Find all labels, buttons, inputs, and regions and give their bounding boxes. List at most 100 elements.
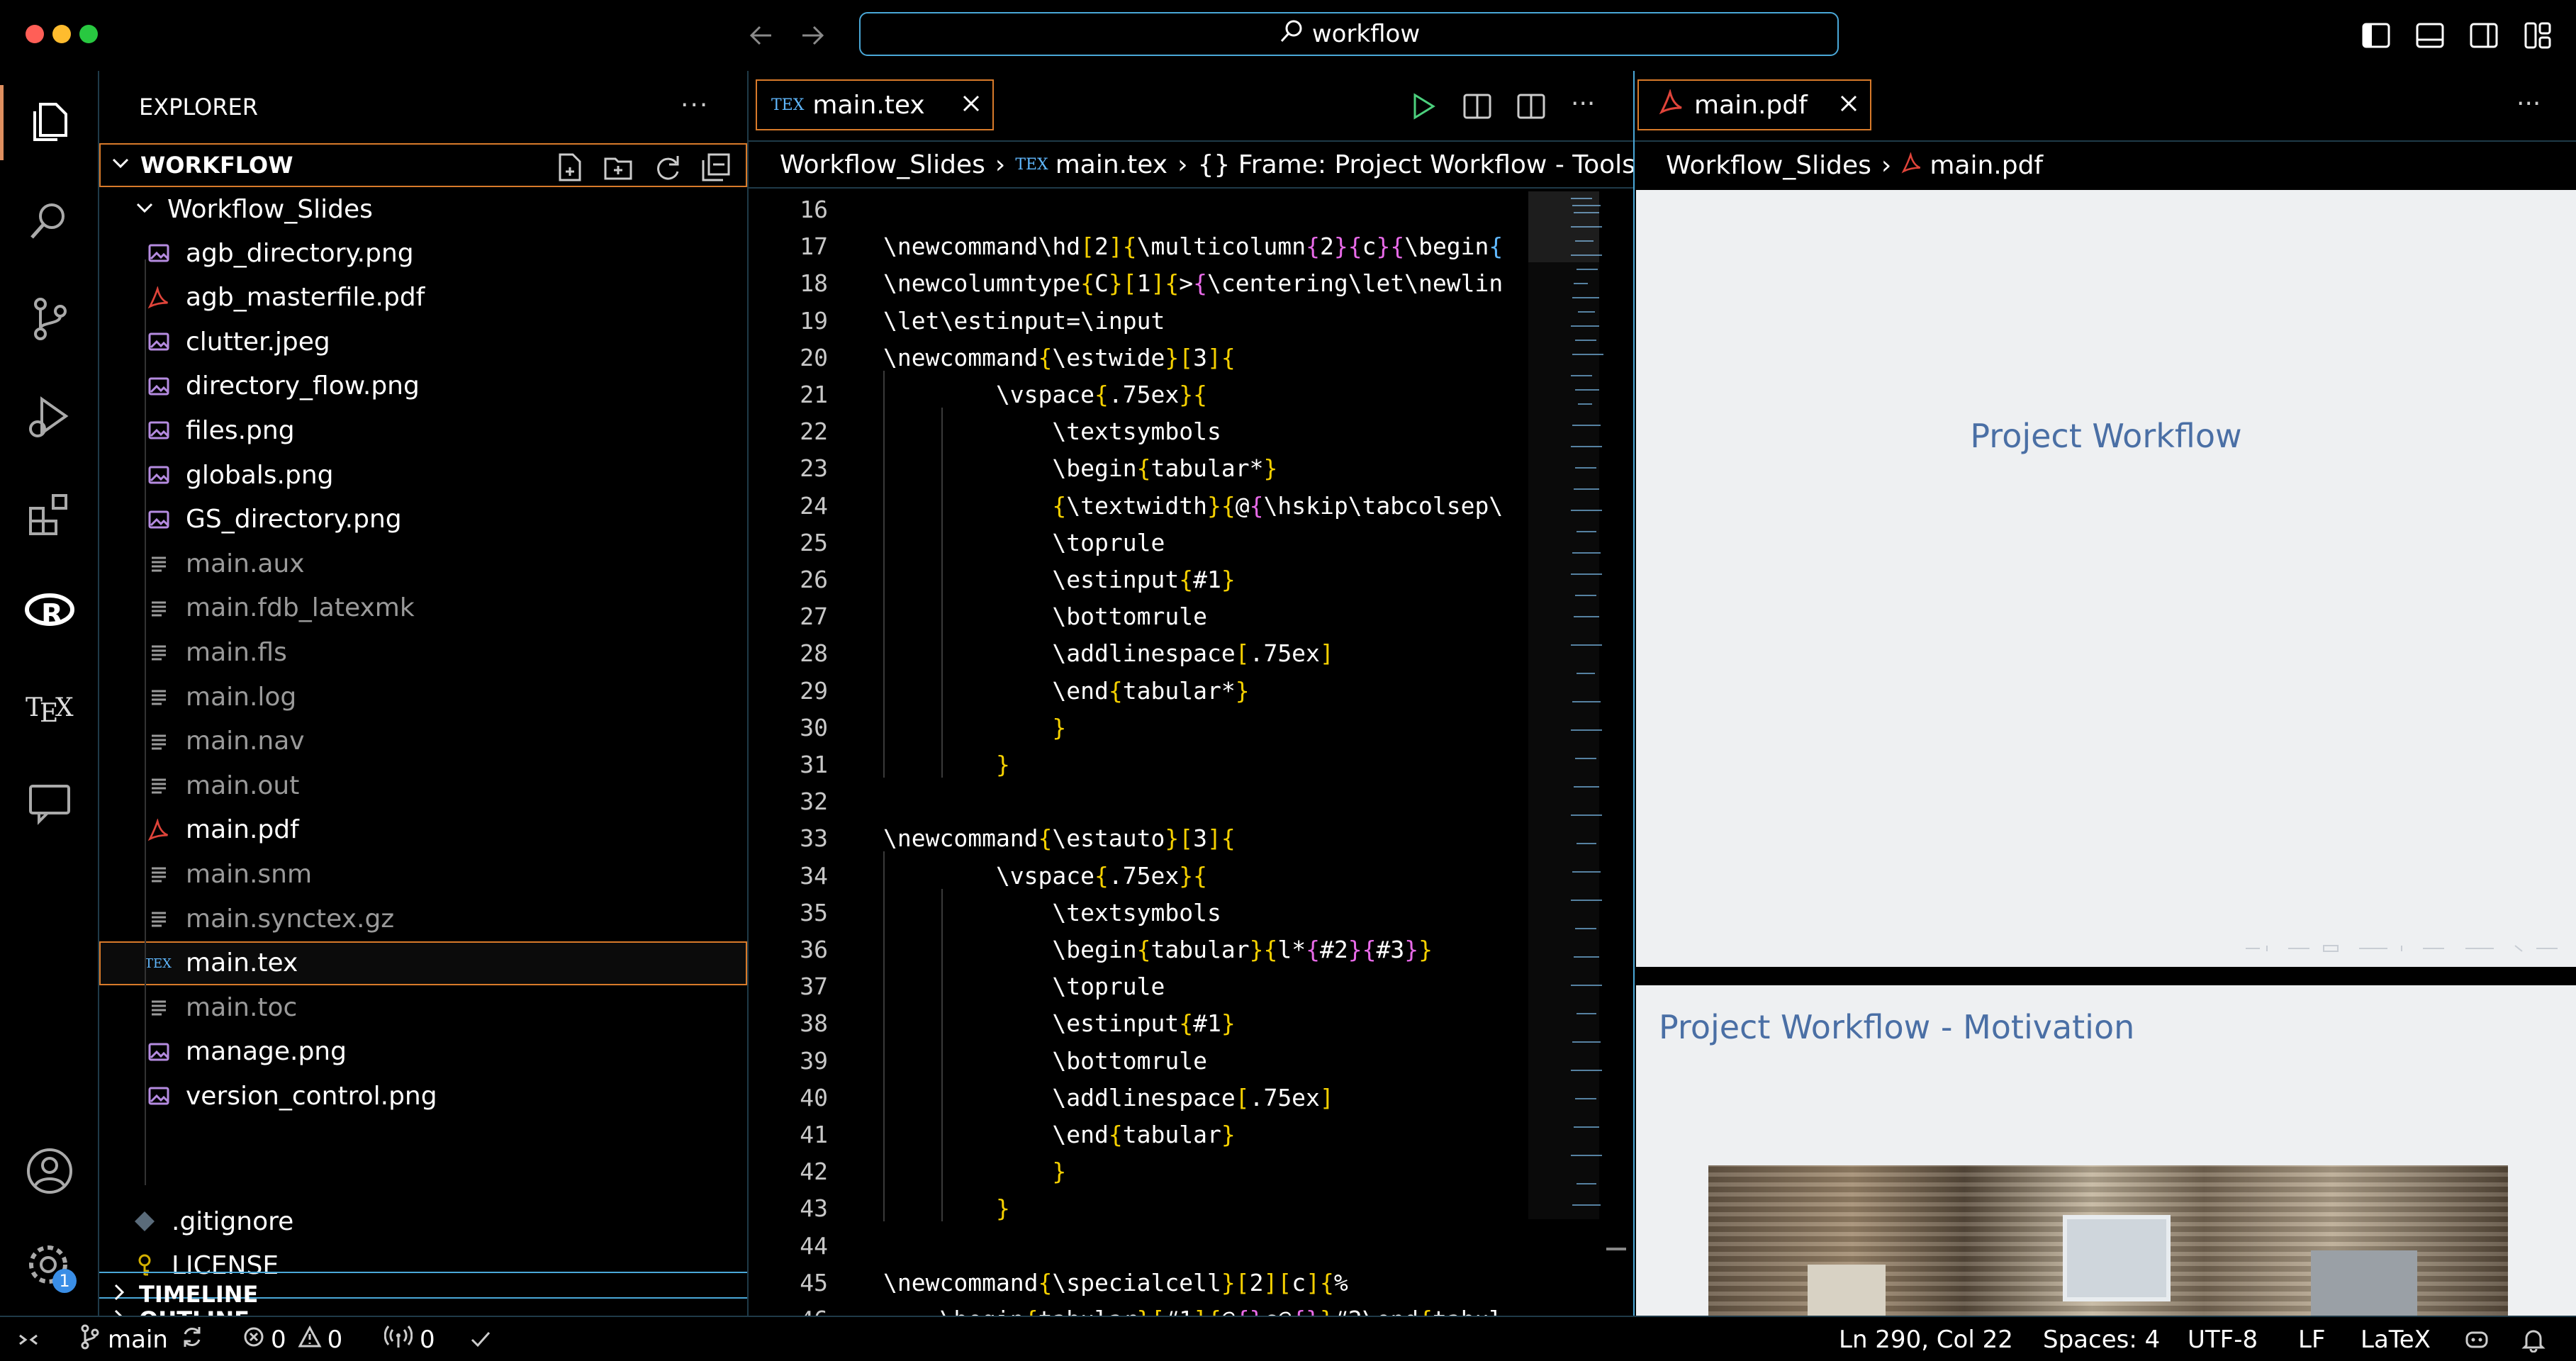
extensions-icon[interactable] <box>21 486 78 543</box>
code-line[interactable]: 17 \newcommand\hd[2]{\multicolumn{2}{c}{\… <box>749 228 1503 265</box>
new-folder-icon[interactable] <box>603 152 634 189</box>
code-line[interactable]: 19 \let\estinput=\input <box>749 303 1165 340</box>
file-row[interactable]: main.fls <box>99 630 747 674</box>
code-line[interactable]: 33 \newcommand{\estauto}[3]{ <box>749 820 1236 857</box>
close-tab-icon[interactable] <box>961 91 981 120</box>
code-line[interactable]: 37 \toprule <box>749 968 1165 1005</box>
problems-status[interactable]: 0 0 <box>242 1317 342 1361</box>
code-line[interactable]: 28 \addlinespace[.75ex] <box>749 635 1334 672</box>
language-mode[interactable]: LaTeX <box>2361 1317 2431 1361</box>
breadcrumb-file[interactable]: main.tex <box>1055 150 1167 179</box>
branch-status[interactable]: main <box>79 1317 205 1361</box>
code-line[interactable]: 42 } <box>749 1153 1066 1190</box>
timeline-section[interactable]: TIMELINE <box>99 1272 747 1316</box>
view-pdf-icon[interactable] <box>1462 91 1493 125</box>
new-file-icon[interactable] <box>554 152 586 189</box>
code-line[interactable]: 16 <box>749 191 828 228</box>
code-line[interactable]: 43 } <box>749 1190 1010 1227</box>
folder-workflow-slides[interactable]: Workflow_Slides <box>99 187 747 231</box>
toggle-panel-icon[interactable] <box>2414 20 2446 51</box>
search-sidebar-icon[interactable] <box>21 193 78 250</box>
explorer-icon[interactable] <box>21 94 78 150</box>
file-row[interactable]: globals.png <box>99 453 747 497</box>
file-row[interactable]: GS_directory.png <box>99 498 747 542</box>
file-row[interactable]: main.out <box>99 763 747 807</box>
file-row[interactable]: main.toc <box>99 985 747 1029</box>
code-line[interactable]: 20 \newcommand{\estwide}[3]{ <box>749 340 1236 376</box>
cursor-position[interactable]: Ln 290, Col 22 <box>1839 1317 2013 1361</box>
pdf-more-actions-icon[interactable]: ··· <box>2516 89 2541 118</box>
code-line[interactable]: 40 \addlinespace[.75ex] <box>749 1080 1334 1116</box>
collapse-all-icon[interactable] <box>700 152 732 189</box>
source-control-icon[interactable] <box>21 291 78 347</box>
file-row[interactable]: main.fdb_latexmk <box>99 586 747 630</box>
code-line[interactable]: 44 <box>749 1228 828 1265</box>
file-row[interactable]: directory_flow.png <box>99 364 747 408</box>
sync-icon[interactable] <box>179 1324 205 1356</box>
code-line[interactable]: 29 \end{tabular*} <box>749 673 1249 710</box>
toggle-secondary-sidebar-icon[interactable] <box>2468 20 2499 51</box>
command-center-search[interactable]: workflow <box>859 12 1839 56</box>
notifications-bell-icon[interactable] <box>2521 1317 2546 1361</box>
breadcrumb-file[interactable]: main.pdf <box>1930 151 2043 180</box>
file-row[interactable]: main.aux <box>99 542 747 586</box>
file-row[interactable]: main.log <box>99 675 747 719</box>
check-icon[interactable] <box>468 1317 493 1361</box>
settings-gear-icon[interactable]: 1 <box>21 1238 78 1294</box>
maximize-window-button[interactable] <box>79 25 98 43</box>
encoding-status[interactable]: UTF-8 <box>2188 1317 2258 1361</box>
close-tab-icon[interactable] <box>1839 91 1859 120</box>
ports-status[interactable]: 0 <box>383 1317 435 1361</box>
file-row[interactable]: clutter.jpeg <box>99 320 747 364</box>
eol-status[interactable]: LF <box>2298 1317 2326 1361</box>
code-line[interactable]: 32 <box>749 783 828 820</box>
breadcrumb-folder[interactable]: Workflow_Slides <box>1666 151 1871 180</box>
run-icon[interactable] <box>1408 91 1439 125</box>
file-row[interactable]: main.synctex.gz <box>99 897 747 941</box>
editor-more-actions-icon[interactable]: ··· <box>1571 89 1595 118</box>
customize-layout-icon[interactable] <box>2522 20 2553 51</box>
remote-indicator-icon[interactable] <box>14 1317 43 1361</box>
run-debug-icon[interactable] <box>21 388 78 445</box>
beamer-navigation-symbols[interactable] <box>2239 941 2565 956</box>
code-line[interactable]: 22 \textsymbols <box>749 413 1221 450</box>
pdf-slide-2[interactable]: Project Workflow - Motivation <box>1636 985 2576 1316</box>
code-line[interactable]: 34 \vspace{.75ex}{ <box>749 858 1207 895</box>
back-arrow-icon[interactable] <box>744 18 778 52</box>
indentation-status[interactable]: Spaces: 4 <box>2043 1317 2160 1361</box>
tab-main-pdf[interactable]: main.pdf <box>1637 79 1871 130</box>
comments-icon[interactable] <box>21 774 78 831</box>
code-line[interactable]: 23 \begin{tabular*} <box>749 450 1277 487</box>
workspace-folder-header[interactable]: WORKFLOW <box>99 143 747 187</box>
breadcrumb-folder[interactable]: Workflow_Slides <box>780 150 985 179</box>
toggle-primary-sidebar-icon[interactable] <box>2361 20 2392 51</box>
split-editor-icon[interactable] <box>1516 91 1547 125</box>
code-line[interactable]: 25 \toprule <box>749 525 1165 561</box>
minimize-window-button[interactable] <box>52 25 71 43</box>
code-line[interactable]: 31 } <box>749 746 1010 783</box>
forward-arrow-icon[interactable] <box>795 18 829 52</box>
file-row[interactable]: main.pdf <box>99 808 747 852</box>
tab-main-tex[interactable]: TEX main.tex <box>756 79 994 130</box>
code-line[interactable]: 39 \bottomrule <box>749 1043 1207 1080</box>
file-row[interactable]: agb_masterfile.pdf <box>99 276 747 320</box>
minimap[interactable] <box>1528 191 1628 1318</box>
code-line[interactable]: 21 \vspace{.75ex}{ <box>749 376 1207 413</box>
code-line[interactable]: 26 \estinput{#1} <box>749 561 1235 598</box>
code-line[interactable]: 18 \newcolumntype{C}[1]{>{\centering\let\… <box>749 265 1503 302</box>
r-language-icon[interactable]: R <box>21 583 78 639</box>
file-row[interactable]: version_control.png <box>99 1074 747 1118</box>
code-line[interactable]: 36 \begin{tabular}{l*{#2}{#3}} <box>749 931 1433 968</box>
close-window-button[interactable] <box>26 25 44 43</box>
account-icon[interactable] <box>21 1143 78 1199</box>
breadcrumb-symbol[interactable]: {} Frame: Project Workflow - Tools <box>1197 150 1633 179</box>
code-line[interactable]: 38 \estinput{#1} <box>749 1005 1235 1042</box>
code-line[interactable]: 35 \textsymbols <box>749 895 1221 931</box>
code-line[interactable]: 41 \end{tabular} <box>749 1116 1235 1153</box>
code-area[interactable]: 16 17 \newcommand\hd[2]{\multicolumn{2}{c}… <box>749 191 1528 1318</box>
file-row[interactable]: files.png <box>99 408 747 452</box>
file-row[interactable]: manage.png <box>99 1030 747 1074</box>
code-line[interactable]: 45 \newcommand{\specialcell}[2][c]{% <box>749 1265 1348 1301</box>
explorer-more-actions-icon[interactable]: ··· <box>681 91 709 120</box>
pdf-slide-1[interactable]: Project Workflow <box>1636 190 2576 967</box>
